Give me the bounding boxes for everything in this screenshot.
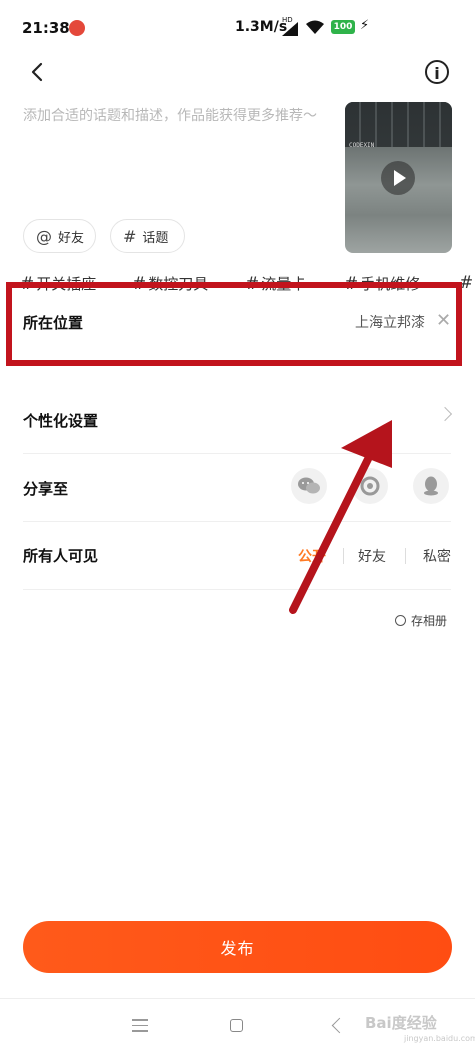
moments-icon[interactable] <box>352 468 388 504</box>
visibility-private-option[interactable]: 私密 <box>423 546 451 566</box>
watermark-url: jingyan.baidu.com <box>404 1034 475 1043</box>
video-thumbnail[interactable]: CODEXIN <box>345 102 452 253</box>
wifi-icon <box>306 20 324 34</box>
visibility-friends-option[interactable]: 好友 <box>358 546 386 566</box>
highlight-box <box>6 282 462 366</box>
battery-icon: 100 <box>331 20 355 34</box>
at-icon: @ <box>36 226 52 246</box>
chip-label: 好友 <box>58 230 85 246</box>
thumbnail-text: CODEXIN <box>349 142 375 149</box>
save-to-album-toggle[interactable]: 存相册 <box>395 612 447 629</box>
status-time: 21:38 <box>22 19 70 37</box>
charging-icon: ⚡ <box>360 18 370 33</box>
signal-icon <box>282 22 298 36</box>
share-label: 分享至 <box>23 479 69 498</box>
status-bar: 21:38 1.3M/s HD 100 ⚡ <box>0 0 475 55</box>
home-icon[interactable] <box>230 1019 243 1032</box>
visibility-public-option[interactable]: 公开 <box>298 546 326 566</box>
publish-button[interactable]: 发布 <box>23 921 452 973</box>
network-speed: 1.3M/s <box>235 19 288 35</box>
add-topic-button[interactable]: # 话题 <box>110 219 185 253</box>
save-label: 存相册 <box>411 614 448 628</box>
app-notification-icon <box>69 20 85 36</box>
divider <box>343 548 344 564</box>
menu-icon[interactable] <box>132 1019 148 1036</box>
watermark-logo: Bai度经验 <box>365 1014 437 1032</box>
wechat-icon[interactable] <box>291 468 327 504</box>
hashtag-icon: # <box>123 226 137 246</box>
info-circle-icon[interactable]: i <box>425 60 449 84</box>
divider <box>23 589 451 590</box>
keyboard-image <box>345 102 452 147</box>
qq-icon[interactable] <box>413 468 449 504</box>
visibility-row: 所有人可见 <box>23 521 451 589</box>
personalization-row[interactable]: 个性化设置 <box>23 386 451 454</box>
radio-icon <box>395 615 406 626</box>
mention-friend-button[interactable]: @ 好友 <box>23 219 96 253</box>
chip-label: 话题 <box>142 230 169 246</box>
visibility-label: 所有人可见 <box>23 546 99 565</box>
chevron-left-icon[interactable] <box>26 60 50 84</box>
personalization-label: 个性化设置 <box>23 411 99 430</box>
divider <box>405 548 406 564</box>
play-icon[interactable] <box>381 161 415 195</box>
description-input[interactable]: 添加合适的话题和描述，作品能获得更多推荐～ <box>23 103 323 129</box>
